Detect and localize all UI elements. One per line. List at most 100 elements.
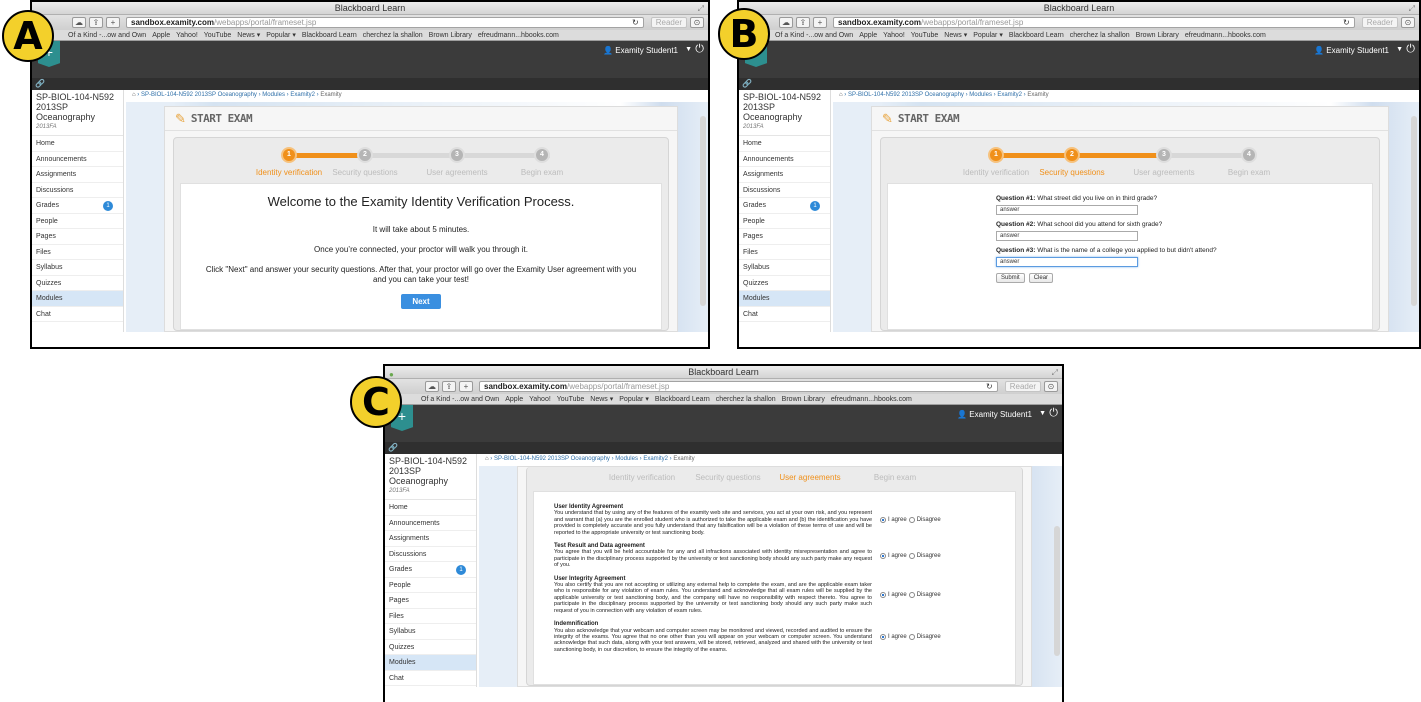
link-icon[interactable]: 🔗 — [388, 443, 398, 452]
sidebar-item-files[interactable]: Files — [385, 609, 476, 624]
breadcrumb-course[interactable]: SP-BIOL-104-N592 2013SP Oceanography — [494, 456, 610, 462]
bookmark[interactable]: Brown Library — [782, 396, 825, 403]
bookmark[interactable]: News ▾ — [237, 32, 260, 39]
sidebar-item-assignments[interactable]: Assignments — [32, 167, 123, 183]
sidebar-item-modules[interactable]: Modules — [385, 655, 476, 671]
sidebar-item-modules[interactable]: Modules — [739, 291, 830, 307]
reader-button[interactable]: Reader — [1361, 17, 1398, 28]
share-icon[interactable]: ⇪ — [796, 17, 810, 28]
agree-radio[interactable] — [880, 552, 886, 559]
bookmark[interactable]: efreudmann...hbooks.com — [831, 396, 912, 403]
user-menu[interactable]: 👤 Examity Student1 — [603, 46, 678, 55]
scrollbar[interactable] — [1054, 526, 1060, 656]
sidebar-item-syllabus[interactable]: Syllabus — [32, 260, 123, 276]
address-bar[interactable]: sandbox.examity.com/webapps/portal/frame… — [833, 17, 1355, 28]
scrollbar[interactable] — [700, 116, 706, 306]
bookmark[interactable]: News ▾ — [944, 32, 967, 39]
sidebar-item-home[interactable]: Home — [739, 136, 830, 152]
address-bar[interactable]: sandbox.examity.com/webapps/portal/frame… — [126, 17, 644, 28]
breadcrumb-course[interactable]: SP-BIOL-104-N592 2013SP Oceanography — [848, 92, 964, 98]
bookmark[interactable]: Of a Kind -...ow and Own — [68, 32, 146, 39]
next-button[interactable]: Next — [401, 294, 441, 309]
sidebar-item-people[interactable]: People — [32, 214, 123, 229]
sidebar-item-assignments[interactable]: Assignments — [739, 167, 830, 183]
bookmark[interactable]: Blackboard Learn — [302, 32, 357, 39]
sidebar-item-chat[interactable]: Chat — [32, 307, 123, 322]
address-bar[interactable]: sandbox.examity.com/webapps/portal/frame… — [479, 381, 998, 392]
chevron-down-icon[interactable]: ▼ — [1039, 410, 1046, 417]
sidebar-item-announcements[interactable]: Announcements — [32, 152, 123, 167]
sidebar-item-pages[interactable]: Pages — [32, 229, 123, 245]
sidebar-item-pages[interactable]: Pages — [739, 229, 830, 245]
course-title[interactable]: SP-BIOL-104-N592 2013SP Oceanography 2013… — [385, 454, 476, 500]
power-icon[interactable]: ⏻ — [695, 43, 704, 56]
sidebar-item-home[interactable]: Home — [32, 136, 123, 152]
home-icon[interactable]: ⌂ — [839, 92, 843, 98]
cloud-icon[interactable]: ☁ — [72, 17, 86, 28]
sidebar-item-files[interactable]: Files — [32, 245, 123, 260]
sidebar-item-people[interactable]: People — [385, 578, 476, 593]
bookmark[interactable]: Yahoo! — [176, 32, 198, 39]
sidebar-item-quizzes[interactable]: Quizzes — [32, 276, 123, 291]
breadcrumb-modules[interactable]: Modules — [615, 456, 638, 462]
breadcrumb-module[interactable]: Examity2 — [643, 456, 668, 462]
bookmark[interactable]: Apple — [152, 32, 170, 39]
sidebar-item-people[interactable]: People — [739, 214, 830, 229]
sidebar-item-quizzes[interactable]: Quizzes — [385, 640, 476, 655]
bookmark[interactable]: Apple — [505, 396, 523, 403]
sidebar-item-syllabus[interactable]: Syllabus — [385, 624, 476, 640]
answer-2-input[interactable]: answer — [996, 231, 1138, 241]
sidebar-item-discussions[interactable]: Discussions — [32, 183, 123, 198]
sidebar-item-grades[interactable]: Grades 1 — [739, 198, 830, 214]
course-title[interactable]: SP-BIOL-104-N592 2013SP Oceanography 2013… — [32, 90, 123, 136]
cloud-icon[interactable]: ☁ — [425, 381, 439, 392]
bookmark[interactable]: Yahoo! — [529, 396, 551, 403]
bookmark[interactable]: Apple — [859, 32, 877, 39]
fullscreen-icon[interactable]: ⤢ — [698, 2, 704, 15]
power-icon[interactable]: ⏻ — [1406, 43, 1415, 56]
bookmark[interactable]: YouTube — [557, 396, 585, 403]
sidebar-item-home[interactable]: Home — [385, 500, 476, 516]
disagree-radio[interactable] — [908, 552, 915, 559]
bookmark[interactable]: News ▾ — [590, 396, 613, 403]
bookmark[interactable]: cherchez la shallon — [363, 32, 423, 39]
bookmark[interactable]: Blackboard Learn — [655, 396, 710, 403]
reader-button[interactable]: Reader — [1004, 381, 1041, 392]
disagree-radio[interactable] — [908, 517, 915, 524]
sidebar-item-quizzes[interactable]: Quizzes — [739, 276, 830, 291]
sidebar-item-pages[interactable]: Pages — [385, 593, 476, 609]
bookmark[interactable]: YouTube — [911, 32, 939, 39]
sidebar-item-modules[interactable]: Modules — [32, 291, 123, 307]
breadcrumb-modules[interactable]: Modules — [969, 92, 992, 98]
agree-radio[interactable] — [880, 634, 886, 641]
sidebar-item-syllabus[interactable]: Syllabus — [739, 260, 830, 276]
breadcrumb-course[interactable]: SP-BIOL-104-N592 2013SP Oceanography — [141, 92, 257, 98]
sidebar-item-grades[interactable]: Grades 1 — [385, 562, 476, 578]
breadcrumb-module[interactable]: Examity2 — [290, 92, 315, 98]
course-title[interactable]: SP-BIOL-104-N592 2013SP Oceanography 2013… — [739, 90, 830, 136]
bookmark[interactable]: Yahoo! — [883, 32, 905, 39]
download-icon[interactable]: ⊙ — [690, 17, 704, 28]
bookmark[interactable]: Popular ▾ — [619, 396, 649, 403]
breadcrumb-modules[interactable]: Modules — [262, 92, 285, 98]
fullscreen-icon[interactable]: ⤢ — [1052, 366, 1058, 379]
reload-icon[interactable]: ↻ — [986, 382, 993, 391]
sidebar-item-announcements[interactable]: Announcements — [385, 516, 476, 531]
sidebar-item-discussions[interactable]: Discussions — [739, 183, 830, 198]
bookmark[interactable]: YouTube — [204, 32, 232, 39]
bookmark[interactable]: cherchez la shallon — [716, 396, 776, 403]
new-tab-icon[interactable]: + — [459, 381, 473, 392]
sidebar-item-chat[interactable]: Chat — [739, 307, 830, 322]
user-menu[interactable]: 👤 Examity Student1 — [1314, 46, 1389, 55]
scrollbar[interactable] — [1411, 116, 1417, 306]
answer-1-input[interactable]: answer — [996, 205, 1138, 215]
bookmark[interactable]: Brown Library — [429, 32, 472, 39]
power-icon[interactable]: ⏻ — [1049, 407, 1058, 420]
sidebar-item-assignments[interactable]: Assignments — [385, 531, 476, 547]
agree-radio[interactable] — [880, 517, 886, 524]
sidebar-item-grades[interactable]: Grades 1 — [32, 198, 123, 214]
download-icon[interactable]: ⊙ — [1044, 381, 1058, 392]
answer-3-input[interactable]: answer — [996, 257, 1138, 267]
bookmark[interactable]: efreudmann...hbooks.com — [478, 32, 559, 39]
breadcrumb-module[interactable]: Examity2 — [997, 92, 1022, 98]
